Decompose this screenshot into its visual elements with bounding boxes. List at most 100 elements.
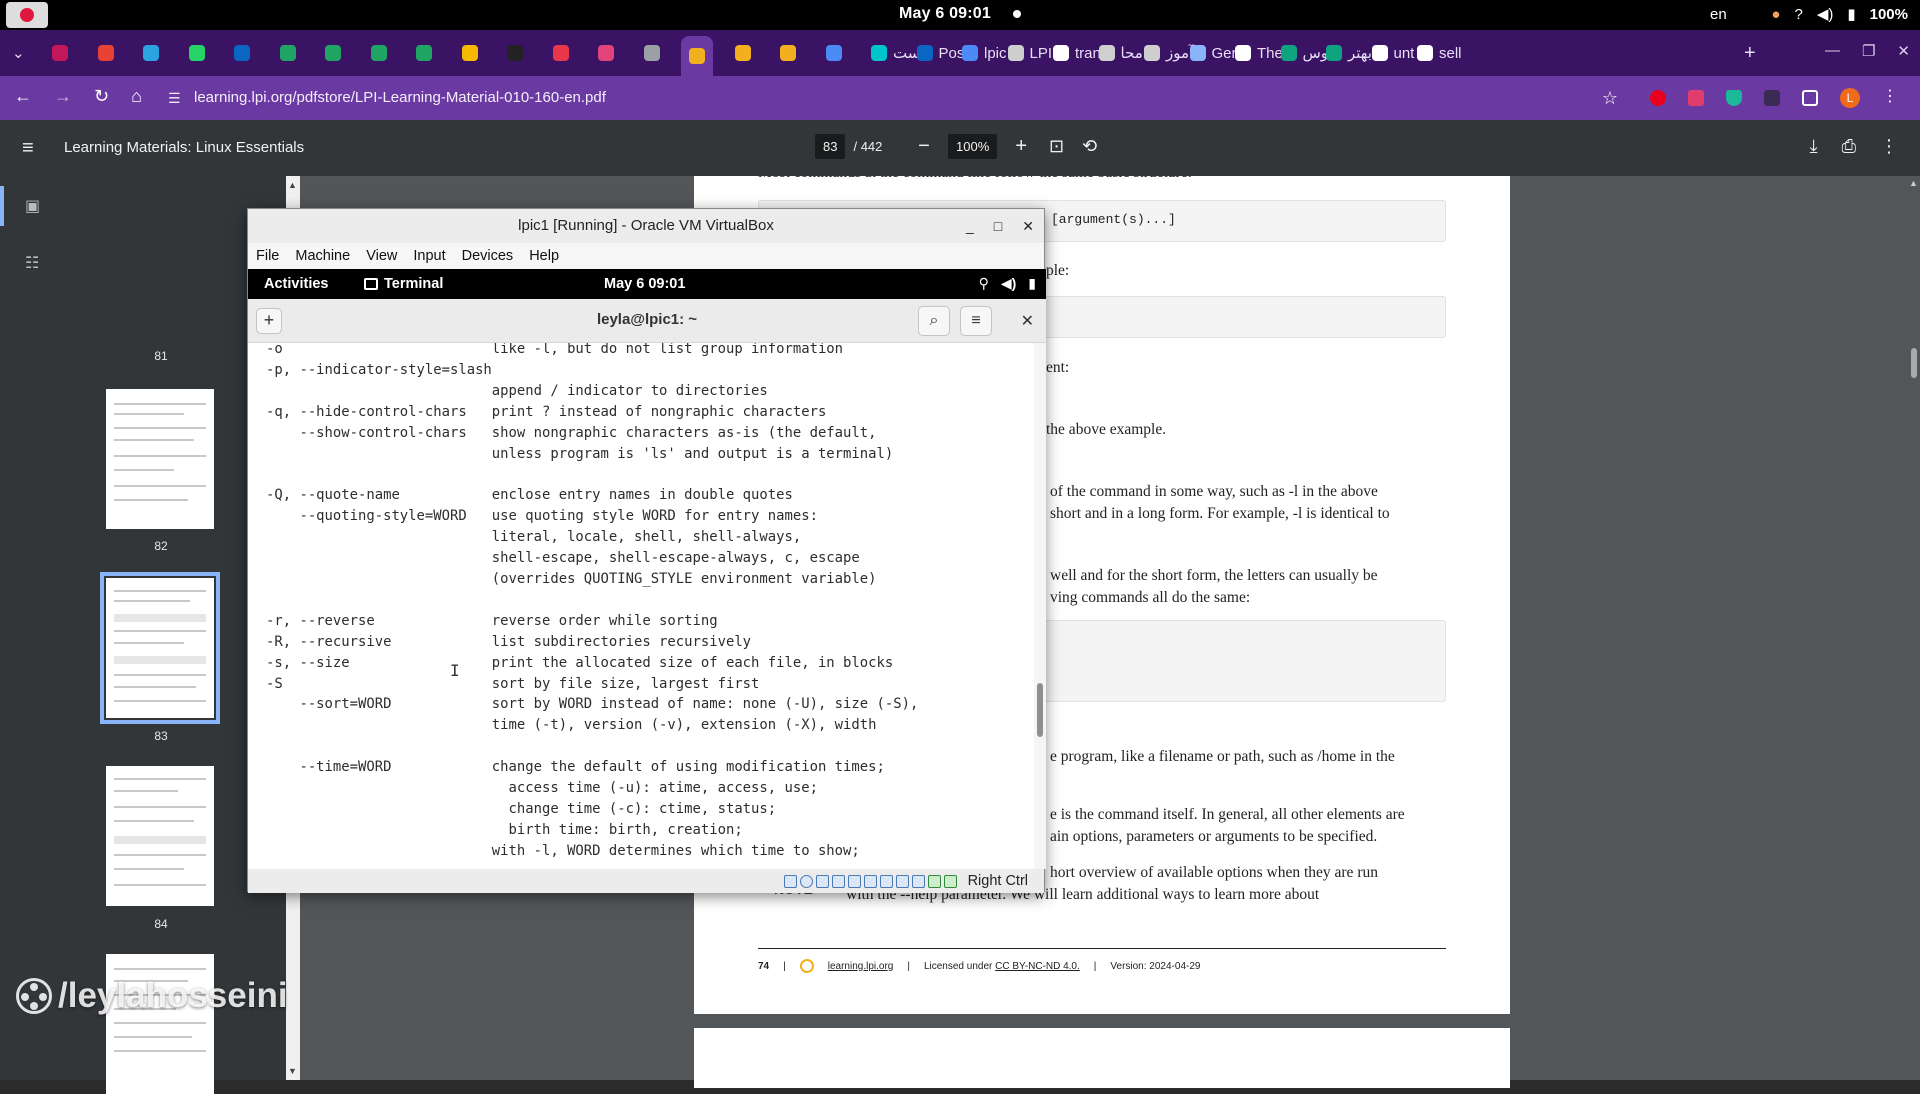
zoom-level-input[interactable]: 100% (948, 134, 998, 159)
download-icon[interactable]: ⤓ (1810, 136, 1818, 157)
bookmark-star-icon[interactable]: ☆ (1602, 82, 1618, 114)
scroll-down-icon[interactable]: ▼ (288, 1066, 297, 1076)
pdf-scrollbar[interactable]: ▲ (1908, 176, 1920, 1080)
extension-shield-icon[interactable] (1726, 90, 1742, 106)
hard-disk-icon[interactable] (783, 874, 797, 888)
more-options-icon[interactable]: ⋮ (1880, 136, 1898, 157)
cpu-icon[interactable] (911, 874, 925, 888)
system-clock[interactable]: May 6 09:01 (0, 5, 1920, 23)
guest-activities-button[interactable]: Activities (264, 276, 328, 292)
thumbnail-page[interactable] (106, 389, 214, 529)
browser-tab[interactable] (643, 40, 660, 66)
tab-search-menu[interactable]: ⌄ (12, 40, 25, 66)
menu-machine[interactable]: Machine (295, 243, 350, 269)
extension-flash-icon[interactable] (1764, 90, 1780, 106)
guest-clock[interactable]: May 6 09:01 (604, 276, 685, 292)
keyboard-language-indicator[interactable]: en (1710, 6, 1727, 23)
browser-tab[interactable]: lpic (962, 40, 1007, 66)
footer-site-link[interactable]: learning.lpi.org (828, 961, 894, 972)
browser-tab[interactable]: بهتر (1326, 40, 1372, 66)
profile-avatar[interactable]: L (1840, 88, 1860, 108)
close-icon[interactable]: ✕ (1022, 218, 1034, 235)
thumbnail-page[interactable] (106, 954, 214, 1094)
shared-folders-icon[interactable] (863, 874, 877, 888)
browser-tab[interactable] (97, 40, 114, 66)
keyboard-capture-icon[interactable] (943, 874, 957, 888)
address-bar[interactable]: ☰ learning.lpi.org/pdfstore/LPI-Learning… (160, 82, 1630, 114)
audio-icon[interactable] (815, 874, 829, 888)
minimize-icon[interactable]: _ (966, 218, 974, 234)
browser-tab[interactable]: The (1235, 40, 1283, 66)
back-icon[interactable]: ← (14, 86, 32, 107)
network-adapter-icon[interactable] (831, 874, 845, 888)
close-icon[interactable]: ✕ (1021, 311, 1034, 331)
optical-drive-icon[interactable] (799, 874, 813, 888)
browser-tab[interactable] (461, 40, 478, 66)
browser-tab[interactable]: محا (1098, 40, 1143, 66)
extensions-puzzle-icon[interactable] (1802, 90, 1818, 106)
terminal-scrollbar[interactable] (1034, 343, 1046, 869)
browser-tab[interactable]: توس (1280, 40, 1333, 66)
extension-red-icon[interactable] (1650, 90, 1666, 106)
menu-help[interactable]: Help (529, 243, 559, 269)
browser-tab[interactable] (681, 36, 713, 76)
home-icon[interactable]: ⌂ (131, 86, 142, 107)
zoom-in-button[interactable]: + (1011, 135, 1031, 158)
page-number-input[interactable]: 83 (815, 134, 846, 159)
browser-tab[interactable] (416, 40, 432, 66)
scroll-up-icon[interactable]: ▲ (288, 180, 297, 190)
browser-tab[interactable] (279, 40, 296, 66)
browser-tab[interactable] (370, 40, 387, 66)
minimize-icon[interactable]: — (1825, 42, 1840, 60)
maximize-icon[interactable]: □ (994, 218, 1002, 234)
browser-tab[interactable] (507, 40, 523, 66)
browser-tab[interactable] (825, 40, 842, 66)
browser-tab[interactable] (552, 40, 569, 66)
browser-tab[interactable] (734, 40, 751, 66)
new-tab-button[interactable]: + (1744, 40, 1756, 66)
thumbnail-page-current[interactable] (100, 572, 220, 724)
menu-input[interactable]: Input (413, 243, 445, 269)
browser-tab[interactable]: آموز (1144, 40, 1193, 66)
browser-tab[interactable] (598, 40, 614, 66)
browser-tab[interactable]: Pos (916, 40, 964, 66)
close-icon[interactable]: ✕ (1897, 42, 1910, 60)
footer-license-link[interactable]: CC BY-NC-ND 4.0. (995, 961, 1080, 972)
browser-tab[interactable]: LPI (1007, 40, 1052, 66)
virtualbox-title-bar[interactable]: lpic1 [Running] - Oracle VM VirtualBox (248, 209, 1044, 243)
scroll-up-icon[interactable]: ▲ (1909, 178, 1918, 188)
browser-tab[interactable] (325, 40, 341, 66)
site-info-icon[interactable]: ☰ (168, 82, 181, 114)
guest-system-tray[interactable]: ⚲ ◀) ▮ (979, 275, 1036, 292)
display-icon[interactable] (879, 874, 893, 888)
print-icon[interactable]: ⎙ (1842, 136, 1856, 157)
thumbnail-page[interactable] (106, 766, 214, 906)
browser-tab[interactable] (188, 40, 205, 66)
system-tray[interactable]: ● ? ◀) ▮ 100% (1771, 5, 1908, 24)
reload-icon[interactable]: ↻ (94, 86, 109, 107)
terminal-output[interactable]: -o like -l, but do not list group inform… (248, 343, 1046, 869)
rotate-icon[interactable]: ⟲ (1082, 136, 1097, 157)
browser-tab[interactable]: unt (1371, 40, 1414, 66)
forward-icon[interactable]: → (54, 86, 72, 107)
browser-tab[interactable] (143, 40, 159, 66)
fit-page-icon[interactable]: ⊡ (1049, 136, 1064, 157)
scrollbar-thumb[interactable] (1037, 683, 1043, 737)
hamburger-menu-icon[interactable]: ≡ (22, 138, 34, 158)
menu-view[interactable]: View (366, 243, 397, 269)
thumbnails-icon[interactable]: ▣ (25, 196, 40, 216)
menu-devices[interactable]: Devices (462, 243, 514, 269)
mouse-integration-icon[interactable] (927, 874, 941, 888)
browser-tab[interactable] (234, 40, 250, 66)
browser-tab[interactable]: tran (1053, 40, 1101, 66)
restore-icon[interactable]: ❐ (1862, 42, 1875, 60)
menu-file[interactable]: File (256, 243, 279, 269)
browser-tab[interactable]: sell (1417, 40, 1462, 66)
scrollbar-thumb[interactable] (1911, 348, 1917, 378)
zoom-out-button[interactable]: − (914, 135, 934, 158)
browser-tab[interactable]: Ger (1189, 40, 1237, 66)
extension-stack-icon[interactable] (1688, 90, 1704, 106)
hamburger-menu-button[interactable]: ≡ (960, 306, 992, 336)
browser-menu-icon[interactable]: ⋮ (1882, 89, 1898, 106)
guest-app-menu[interactable]: Terminal (364, 276, 443, 292)
